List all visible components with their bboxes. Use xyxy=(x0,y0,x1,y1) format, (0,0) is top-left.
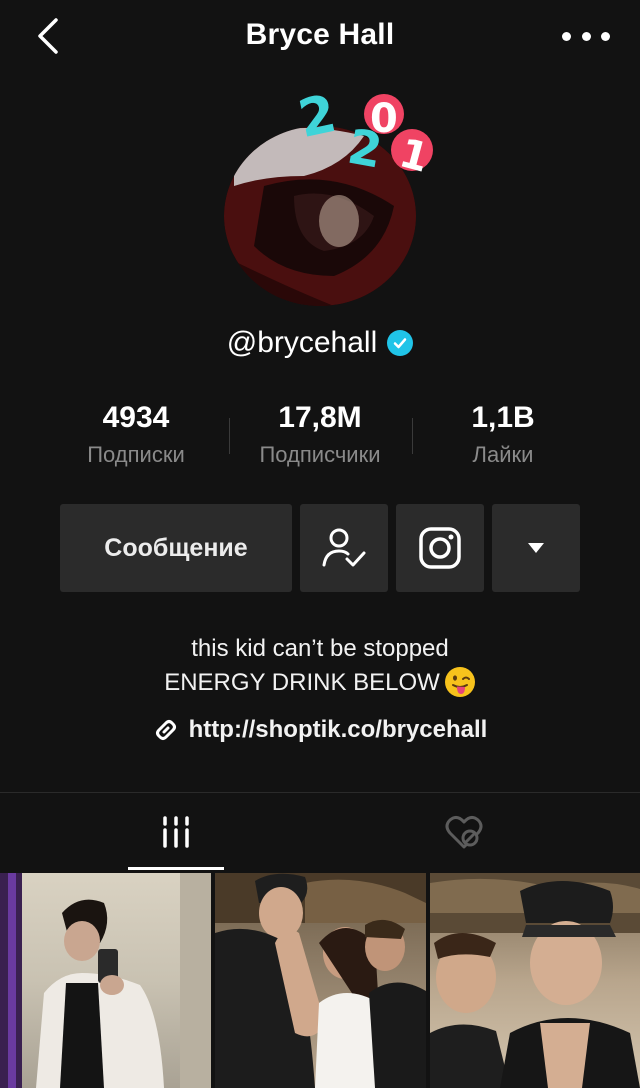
video-grid xyxy=(0,873,640,1088)
grid-bars-icon xyxy=(163,816,189,848)
user-check-icon xyxy=(322,528,366,567)
stat-following[interactable]: 4934 Подписки xyxy=(46,398,226,468)
page-title: Bryce Hall xyxy=(245,18,395,51)
stat-value: 4934 xyxy=(102,401,170,434)
stats-row: 4934 Подписки 17,8M Подписчики 1,1B Лайк… xyxy=(0,398,640,478)
stat-value: 1,1B xyxy=(471,401,535,434)
message-button[interactable]: Сообщение xyxy=(60,504,292,592)
link-icon xyxy=(155,720,176,740)
stat-value: 17,8M xyxy=(278,401,362,434)
username: @brycehall xyxy=(226,326,378,359)
heart-hidden-icon xyxy=(445,815,483,849)
action-buttons: Сообщение xyxy=(60,504,580,592)
svg-text:2: 2 xyxy=(344,119,387,180)
tongue-out-emoji-icon xyxy=(444,666,475,697)
more-dots-icon xyxy=(562,31,571,41)
suggested-accounts-button[interactable] xyxy=(492,504,580,592)
following-button[interactable] xyxy=(300,504,388,592)
triangle-down-icon xyxy=(528,543,544,553)
video-thumbnail[interactable] xyxy=(0,873,211,1088)
bio-line-1: this kid can’t be stopped xyxy=(191,635,449,662)
tab-videos[interactable] xyxy=(128,793,224,871)
bio: this kid can’t be stopped ENERGY DRINK B… xyxy=(0,632,640,700)
link-text: http://shoptik.co/brycehall xyxy=(188,716,488,743)
svg-text:2: 2 xyxy=(298,84,341,150)
stat-label: Подписки xyxy=(87,442,185,467)
active-tab-indicator xyxy=(128,867,224,870)
tab-liked[interactable] xyxy=(416,793,512,871)
bio-line-2: ENERGY DRINK BELOW xyxy=(164,669,440,696)
stat-followers[interactable]: 17,8M Подписчики xyxy=(230,398,410,468)
bio-link[interactable]: http://shoptik.co/brycehall xyxy=(0,716,640,744)
stat-likes[interactable]: 1,1B Лайки xyxy=(413,398,593,468)
video-thumbnail[interactable] xyxy=(215,873,426,1088)
stat-label: Лайки xyxy=(472,442,534,467)
stat-label: Подписчики xyxy=(259,442,381,467)
verified-badge-icon xyxy=(387,330,414,356)
instagram-icon xyxy=(419,527,461,569)
year-2021-sticker: 2 0 2 1 xyxy=(298,84,433,180)
profile-screen: Bryce Hall 2 0 2 1 @brycehall 4934 Подпи… xyxy=(0,0,640,1088)
tabs-divider xyxy=(0,792,640,793)
video-thumbnail[interactable] xyxy=(430,873,640,1088)
instagram-button[interactable] xyxy=(396,504,484,592)
more-options-button[interactable] xyxy=(562,20,610,52)
bio-line-2-row: ENERGY DRINK BELOW xyxy=(0,666,640,700)
username-row: @brycehall xyxy=(0,326,640,360)
top-bar: Bryce Hall xyxy=(0,0,640,72)
